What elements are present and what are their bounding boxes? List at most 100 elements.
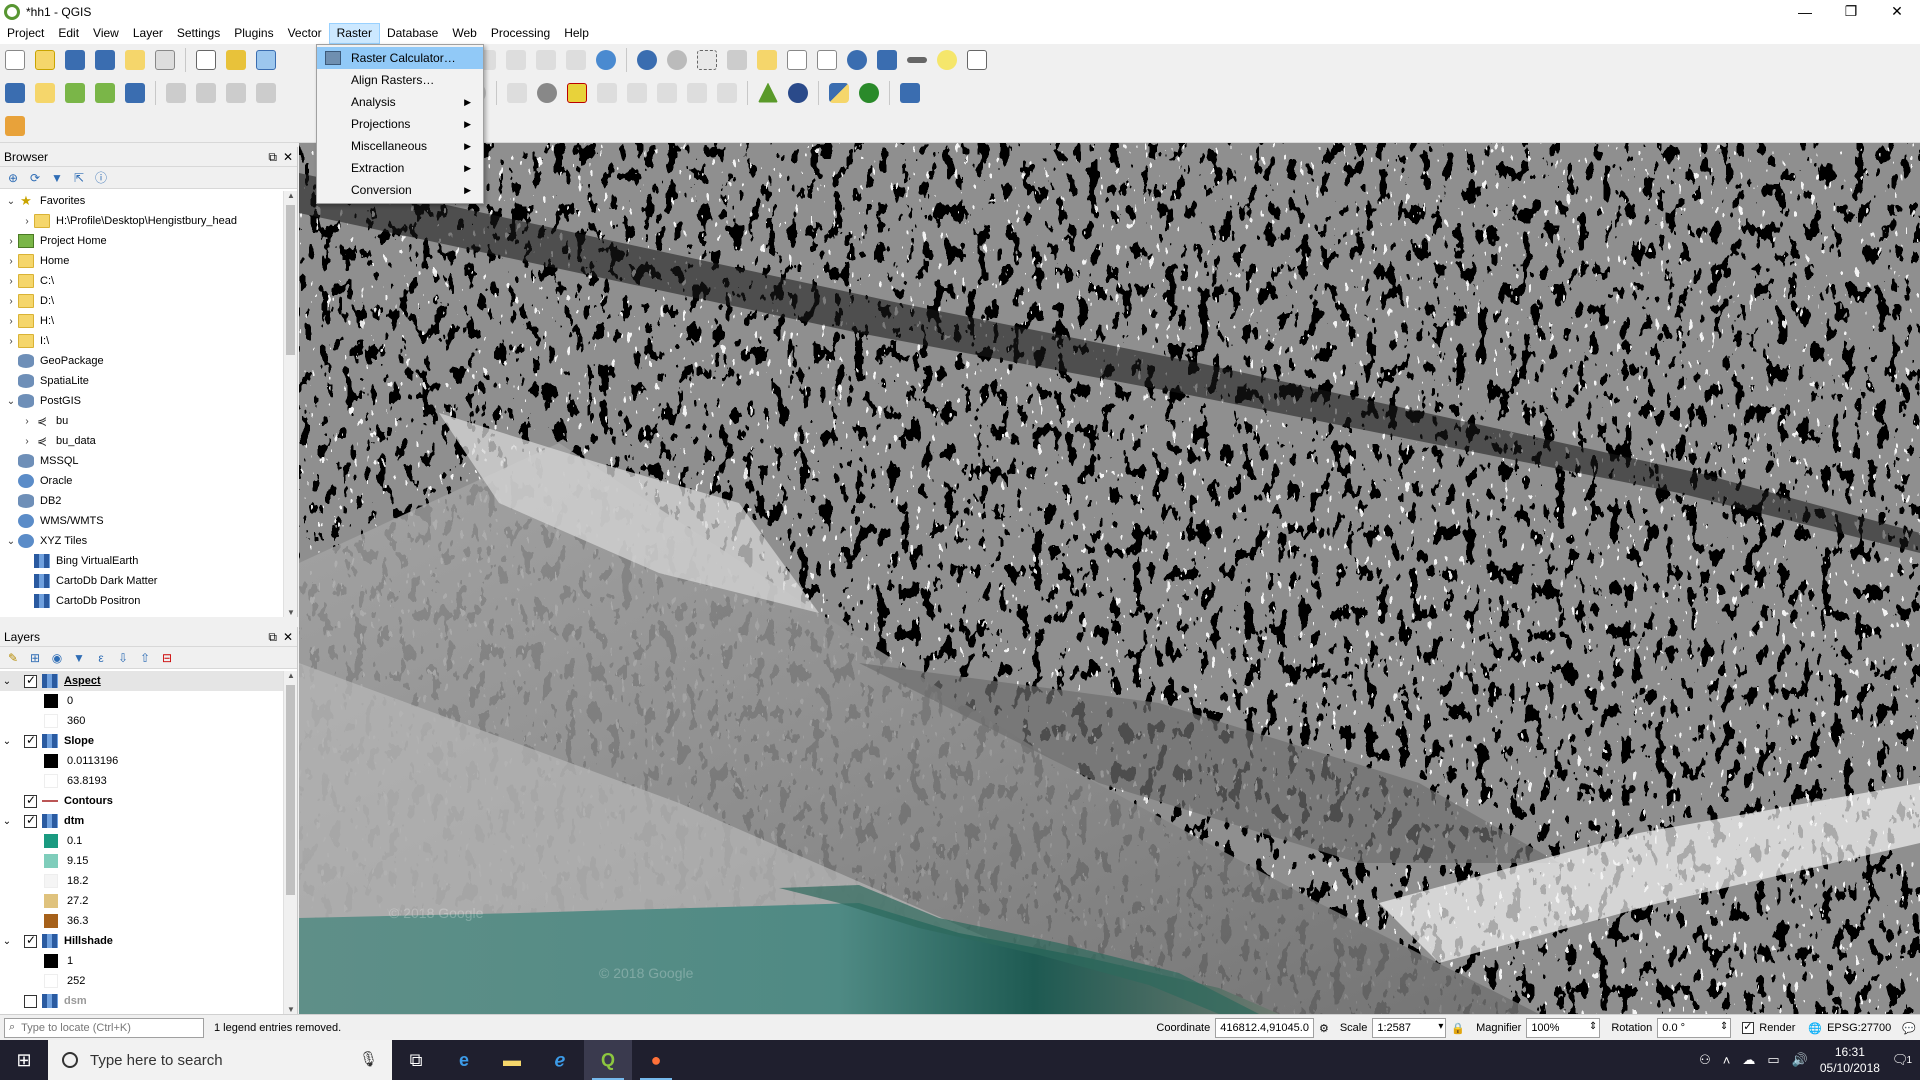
menu-view[interactable]: View [86,23,126,44]
new-geopackage-layer-icon[interactable] [32,80,58,106]
toggle-extents-icon[interactable]: ⚙ [1319,1022,1329,1035]
select-features-icon[interactable] [694,47,720,73]
messages-icon[interactable]: 💬 [1902,1022,1916,1035]
scrollbar-thumb[interactable] [286,685,295,895]
scroll-down-icon[interactable]: ▼ [284,1005,298,1014]
collapsed-arrow-icon[interactable]: › [4,316,18,327]
expand-arrow-icon[interactable]: ⌄ [0,676,14,687]
zoom-last-icon[interactable] [503,47,529,73]
help-icon[interactable] [897,80,923,106]
browser-item[interactable]: SpatiaLite [0,371,283,391]
menu-help[interactable]: Help [557,23,596,44]
filter-by-expression-icon[interactable]: ε [92,649,110,667]
browser-item[interactable]: Oracle [0,471,283,491]
crs-button[interactable]: EPSG:27700 [1827,1022,1891,1034]
pan-map-icon[interactable] [193,47,219,73]
highlight-pinned-labels-icon[interactable] [564,80,590,106]
browser-item[interactable]: › I:\ [0,331,283,351]
minimize-button[interactable]: — [1782,0,1828,23]
layer-visibility-checkbox[interactable] [24,673,37,688]
remove-layer-icon[interactable]: ⊟ [158,649,176,667]
collapse-all-icon[interactable]: ⇧ [136,649,154,667]
show-layout-manager-button[interactable] [152,47,178,73]
collapsed-arrow-icon[interactable]: › [20,436,34,447]
browser-item[interactable]: WMS/WMTS [0,511,283,531]
layer-visibility-checkbox[interactable] [24,733,37,748]
collapsed-arrow-icon[interactable]: › [4,236,18,247]
browser-item[interactable]: › Home [0,251,283,271]
move-label-icon[interactable] [654,80,680,106]
layer-row[interactable]: Contours [0,791,283,811]
refresh-icon[interactable] [593,47,619,73]
people-icon[interactable]: ⚇ [1699,1052,1711,1068]
browser-item[interactable]: › H:\Profile\Desktop\Hengistbury_head [0,211,283,231]
float-panel-icon[interactable]: ⧉ [268,630,277,645]
rotate-label-icon[interactable] [684,80,710,106]
diagram-options-icon[interactable] [534,80,560,106]
filter-icon[interactable]: ▼ [48,169,66,187]
magnifier-spinbox[interactable]: 100% [1526,1018,1601,1038]
layer-row[interactable]: ⌄ Slope [0,731,283,751]
browser-item[interactable]: › ⋞ bu [0,411,283,431]
expand-arrow-icon[interactable]: ⌄ [4,396,18,407]
layer-visibility-checkbox[interactable] [24,813,37,828]
miscellaneous-menu-item[interactable]: Miscellaneous ▶ [317,135,483,157]
taskbar-search-box[interactable]: Type here to search 🎙 [48,1040,392,1080]
pin-labels-icon[interactable] [594,80,620,106]
deselect-all-icon[interactable] [754,47,780,73]
browser-item[interactable]: Bing VirtualEarth [0,551,283,571]
scroll-down-icon[interactable]: ▼ [284,608,298,617]
layer-labeling-icon[interactable] [504,80,530,106]
show-hide-labels-icon[interactable] [624,80,650,106]
crs-globe-icon[interactable]: 🌐 [1808,1022,1822,1035]
collapsed-arrow-icon[interactable]: › [20,216,34,227]
add-group-icon[interactable]: ⊞ [26,649,44,667]
scrollbar-thumb[interactable] [286,205,295,355]
python-console-icon[interactable] [826,80,852,106]
browser-item[interactable]: › ⋞ bu_data [0,431,283,451]
float-panel-icon[interactable]: ⧉ [268,150,277,165]
close-button[interactable]: ✕ [1874,0,1920,23]
identify-features-icon[interactable] [634,47,660,73]
menu-database[interactable]: Database [380,23,445,44]
add-wms-layer-icon[interactable] [122,80,148,106]
browser-item[interactable]: MSSQL [0,451,283,471]
save-layer-edits-icon[interactable] [223,80,249,106]
render-checkbox[interactable] [1742,1020,1755,1034]
collapsed-arrow-icon[interactable]: › [4,336,18,347]
menu-plugins[interactable]: Plugins [227,23,280,44]
browser-item[interactable]: ⌄ ★ Favorites [0,191,283,211]
collapsed-arrow-icon[interactable]: › [20,416,34,427]
menu-settings[interactable]: Settings [170,23,227,44]
field-calculator-icon[interactable] [814,47,840,73]
expand-arrow-icon[interactable]: ⌄ [0,736,14,747]
digitize-pencil-icon[interactable] [2,113,28,139]
scale-combobox[interactable]: 1:2587 [1372,1018,1447,1038]
layer-visibility-checkbox[interactable] [24,994,37,1008]
locator-search-input[interactable]: ⌕ Type to locate (Ctrl+K) [4,1017,204,1038]
browser-item[interactable]: › D:\ [0,291,283,311]
browser-item[interactable]: CartoDb Dark Matter [0,571,283,591]
browser-item[interactable]: DB2 [0,491,283,511]
filter-legend-icon[interactable]: ▼ [70,649,88,667]
raster-calculator-menu-item[interactable]: Raster Calculator… [317,47,483,69]
browser-item[interactable]: › Project Home [0,231,283,251]
menu-edit[interactable]: Edit [51,23,86,44]
menu-processing[interactable]: Processing [484,23,557,44]
refresh-icon[interactable]: ⟳ [26,169,44,187]
internet-explorer-taskbar-button[interactable]: ℯ [536,1040,584,1080]
close-panel-icon[interactable]: ✕ [283,630,293,645]
collapsed-arrow-icon[interactable]: › [4,296,18,307]
expand-arrow-icon[interactable]: ⌄ [4,196,18,207]
select-by-value-icon[interactable] [724,47,750,73]
run-feature-action-icon[interactable] [664,47,690,73]
show-bookmarks-icon[interactable] [563,47,589,73]
edge-taskbar-button[interactable]: e [440,1040,488,1080]
layers-scrollbar[interactable]: ▲ ▼ [283,671,297,1014]
data-source-manager-icon[interactable] [2,80,28,106]
qgis-taskbar-button[interactable]: Q [584,1040,632,1080]
align-rasters-menu-item[interactable]: Align Rasters… [317,69,483,91]
plugin-reloader-icon[interactable] [856,80,882,106]
browser-scrollbar[interactable]: ▲ ▼ [283,191,297,617]
toggle-editing-icon[interactable] [193,80,219,106]
